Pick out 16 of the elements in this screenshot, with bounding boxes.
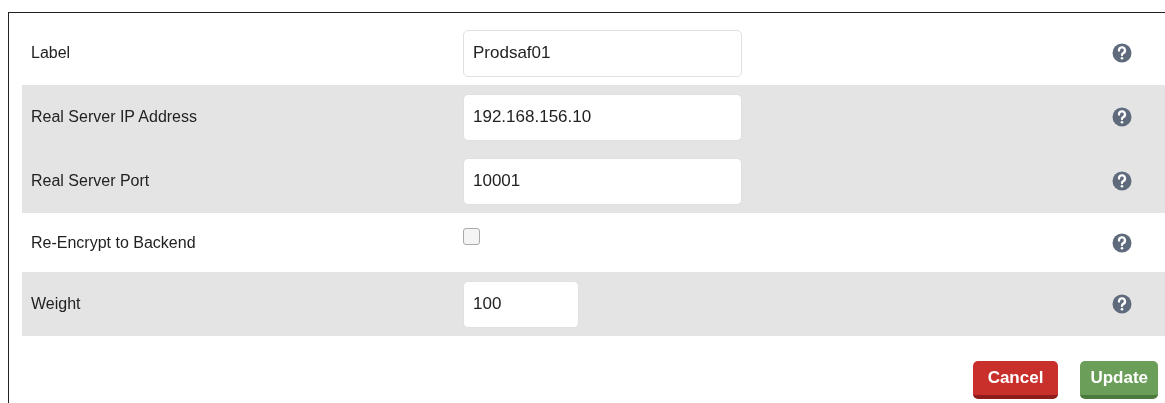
help-icon[interactable] xyxy=(1112,294,1132,314)
help-icon[interactable] xyxy=(1112,232,1132,253)
field-label: Weight xyxy=(30,294,82,314)
field-label: Real Server Port xyxy=(30,171,151,191)
input-field[interactable]: Prodsaf01 xyxy=(463,29,742,77)
help-icon[interactable] xyxy=(1112,171,1132,191)
field-label: Real Server IP Address xyxy=(30,107,198,127)
help-icon[interactable] xyxy=(1112,107,1132,127)
input-field[interactable]: 100 xyxy=(463,280,579,328)
input-field[interactable]: 10001 xyxy=(463,157,742,205)
cancel-button[interactable]: Cancel xyxy=(972,361,1059,399)
help-icon[interactable] xyxy=(1112,43,1132,63)
field-label: Re-Encrypt to Backend xyxy=(30,232,197,253)
input-field[interactable]: 192.168.156.10 xyxy=(463,93,742,141)
checkbox[interactable] xyxy=(463,227,480,245)
field-label: Label xyxy=(30,43,72,63)
